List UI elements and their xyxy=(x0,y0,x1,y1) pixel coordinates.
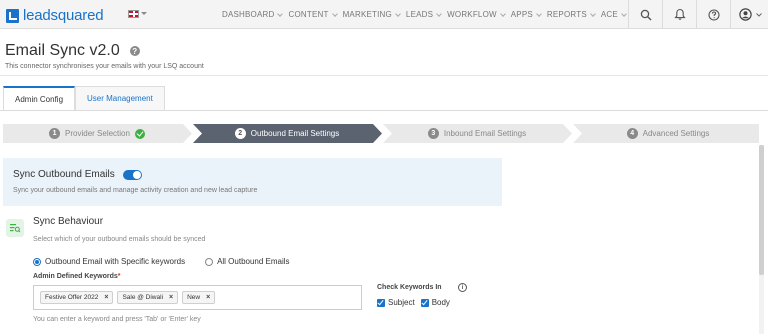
step-advanced-settings[interactable]: 4 Advanced Settings xyxy=(577,124,759,143)
vertical-scrollbar[interactable] xyxy=(759,145,764,334)
step-label: Inbound Email Settings xyxy=(443,129,527,138)
keyword-chip: New × xyxy=(182,291,216,304)
tab-user-management[interactable]: User Management xyxy=(75,86,165,110)
chevron-down-icon xyxy=(436,10,442,17)
sync-outbound-panel: Sync Outbound Emails Sync your outbound … xyxy=(3,158,502,206)
check-circle-icon xyxy=(134,128,145,139)
leadsquared-logo[interactable]: leadsquared xyxy=(6,7,104,24)
search-button[interactable] xyxy=(628,0,662,29)
chevron-down-icon xyxy=(621,10,627,17)
language-dropdown-caret-icon[interactable] xyxy=(141,12,147,15)
keyword-chip-text: Festive Offer 2022 xyxy=(45,294,99,301)
radio-selected-icon[interactable] xyxy=(33,257,41,266)
keyword-chip: Sale @ Diwali × xyxy=(117,291,179,304)
checkbox-label: Body xyxy=(431,298,450,307)
radio-all-outbound[interactable]: All Outbound Emails xyxy=(205,257,290,266)
keywords-input[interactable]: Festive Offer 2022 × Sale @ Diwali × New × xyxy=(33,285,362,310)
step-number: 2 xyxy=(234,128,246,139)
menu-item-workflow[interactable]: WORKFLOW xyxy=(447,10,511,19)
keyword-chip: Festive Offer 2022 × xyxy=(40,291,114,304)
tab-admin-config[interactable]: Admin Config xyxy=(3,86,76,110)
menu-item-apps[interactable]: APPS xyxy=(511,10,547,19)
tabs-divider xyxy=(0,110,768,111)
step-number: 1 xyxy=(49,128,61,139)
menu-item-leads[interactable]: LEADS xyxy=(406,10,447,19)
user-avatar-icon xyxy=(739,8,752,21)
sync-behaviour-title: Sync Behaviour xyxy=(33,216,104,227)
keyword-chip-text: New xyxy=(187,294,201,301)
remove-keyword-icon[interactable]: × xyxy=(206,294,210,301)
chevron-down-icon xyxy=(756,12,762,17)
chevron-down-icon xyxy=(590,10,596,17)
wizard-stepper: 1 Provider Selection 2 Outbound Email Se… xyxy=(3,124,759,143)
checkbox-checked-icon[interactable] xyxy=(420,298,429,307)
sync-outbound-toggle[interactable] xyxy=(122,169,142,180)
filter-list-icon xyxy=(10,224,21,233)
help-icon xyxy=(707,8,720,21)
logo-mark-icon xyxy=(6,8,19,23)
chevron-down-icon xyxy=(499,10,506,17)
nav-icon-group xyxy=(628,0,768,29)
admin-keywords-label-text: Admin Defined Keywords xyxy=(33,273,118,280)
radio-label: All Outbound Emails xyxy=(217,257,290,266)
page-subtitle: This connector synchronises your emails … xyxy=(5,63,204,70)
chevron-down-icon xyxy=(536,10,542,17)
page-title: Email Sync v2.0 ? xyxy=(5,42,140,60)
header-divider xyxy=(0,75,768,76)
menu-item-marketing[interactable]: MARKETING xyxy=(343,10,406,19)
remove-keyword-icon[interactable]: × xyxy=(104,294,108,301)
check-keywords-label: Check Keywords In xyxy=(377,284,442,291)
sync-behaviour-description: Select which of your outbound emails sho… xyxy=(33,236,206,243)
sync-behaviour-radio-group: Outbound Email with Specific keywords Al… xyxy=(33,257,310,266)
check-keywords-options: Subject Body xyxy=(377,298,456,307)
keyword-chip-text: Sale @ Diwali xyxy=(122,294,164,301)
radio-label: Outbound Email with Specific keywords xyxy=(45,257,186,266)
bell-icon xyxy=(673,8,686,20)
sync-outbound-title: Sync Outbound Emails xyxy=(13,169,142,180)
chevron-down-icon xyxy=(395,10,401,17)
sync-outbound-description: Sync your outbound emails and manage act… xyxy=(13,187,258,194)
step-inbound-email-settings[interactable]: 3 Inbound Email Settings xyxy=(387,124,567,143)
menu-item-content[interactable]: CONTENT xyxy=(288,10,342,19)
radio-unselected-icon[interactable] xyxy=(205,257,214,266)
step-number: 3 xyxy=(427,128,439,139)
checkbox-subject[interactable]: Subject xyxy=(377,298,415,307)
chevron-down-icon xyxy=(331,10,338,17)
notifications-button[interactable] xyxy=(662,0,696,29)
step-label: Advanced Settings xyxy=(642,129,710,138)
checkbox-checked-icon[interactable] xyxy=(377,298,385,307)
menu-item-reports[interactable]: REPORTS xyxy=(547,10,601,19)
required-marker: * xyxy=(117,273,121,280)
keywords-hint: You can enter a keyword and press 'Tab' … xyxy=(33,316,201,323)
top-navigation-bar: leadsquared DASHBOARD CONTENT MARKETING … xyxy=(0,0,768,29)
sync-outbound-title-text: Sync Outbound Emails xyxy=(13,169,115,180)
help-circle-icon[interactable]: ? xyxy=(129,46,140,56)
radio-specific-keywords[interactable]: Outbound Email with Specific keywords xyxy=(33,257,185,266)
search-icon xyxy=(640,9,651,20)
step-label: Outbound Email Settings xyxy=(250,129,340,138)
menu-item-dashboard[interactable]: DASHBOARD xyxy=(222,10,288,19)
step-number: 4 xyxy=(626,128,638,139)
step-provider-selection[interactable]: 1 Provider Selection xyxy=(3,124,191,143)
help-button[interactable] xyxy=(696,0,730,29)
chevron-down-icon xyxy=(277,10,284,17)
sync-behaviour-icon xyxy=(6,219,24,237)
scrollbar-thumb[interactable] xyxy=(759,145,764,275)
remove-keyword-icon[interactable]: × xyxy=(169,294,173,301)
page-title-text: Email Sync v2.0 xyxy=(5,42,120,59)
logo-text: leadsquared xyxy=(23,7,104,24)
checkbox-body[interactable]: Body xyxy=(420,298,450,307)
step-label: Provider Selection xyxy=(65,129,130,138)
info-icon[interactable]: i xyxy=(458,283,467,292)
step-outbound-email-settings[interactable]: 2 Outbound Email Settings xyxy=(197,124,377,143)
uk-flag-icon[interactable] xyxy=(128,10,139,18)
user-menu-button[interactable] xyxy=(730,0,768,29)
admin-keywords-label: Admin Defined Keywords* xyxy=(33,273,121,280)
checkbox-label: Subject xyxy=(388,298,415,307)
main-menu: DASHBOARD CONTENT MARKETING LEADS WORKFL… xyxy=(222,0,632,29)
config-tabs: Admin Config User Management xyxy=(3,86,165,110)
